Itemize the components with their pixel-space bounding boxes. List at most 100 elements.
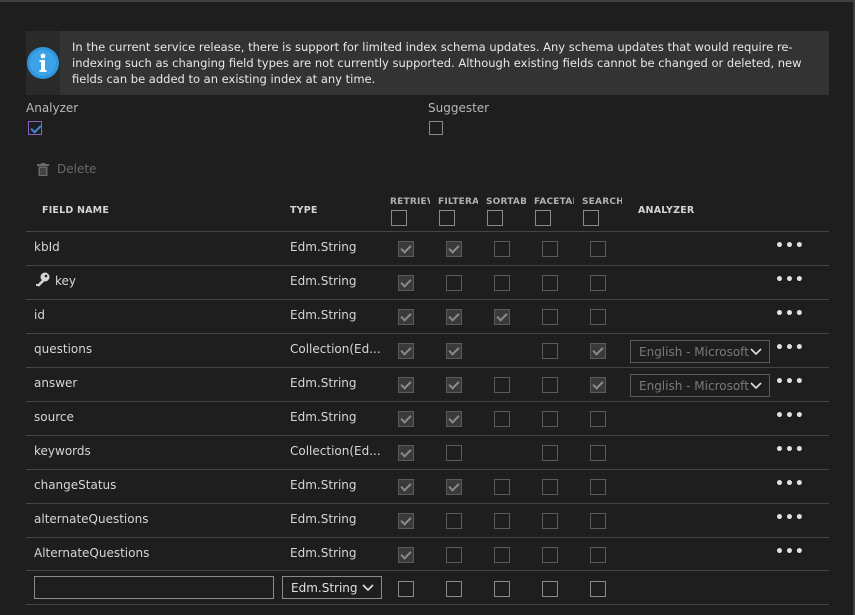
more-options-button[interactable]: •••	[775, 476, 805, 492]
header-checkbox-filterable[interactable]	[439, 210, 455, 226]
checkbox-retrievable[interactable]	[398, 445, 414, 461]
checkbox-filterable[interactable]	[446, 377, 462, 393]
field-type: Collection(Ed...	[290, 342, 381, 356]
checkbox-retrievable[interactable]	[398, 479, 414, 495]
table-row[interactable]	[26, 232, 829, 265]
chevron-down-icon	[750, 381, 762, 389]
col-analyzer: ANALYZER	[638, 205, 695, 216]
table-row[interactable]	[26, 402, 829, 435]
more-options-button[interactable]: •••	[775, 306, 805, 322]
checkbox-sortable[interactable]	[494, 275, 510, 291]
field-name: changeStatus	[34, 478, 117, 492]
checkbox-sortable[interactable]	[494, 513, 510, 529]
table-row[interactable]	[26, 266, 829, 299]
field-type: Edm.String	[290, 410, 357, 424]
checkbox-searchable[interactable]	[590, 275, 606, 291]
checkbox-facetable[interactable]	[542, 377, 558, 393]
analyzer-checkbox[interactable]	[28, 121, 42, 135]
new-field-retrievable-checkbox[interactable]	[398, 581, 414, 597]
field-type: Edm.String	[290, 376, 357, 390]
checkbox-retrievable[interactable]	[398, 547, 414, 563]
more-options-button[interactable]: •••	[775, 408, 805, 424]
checkbox-facetable[interactable]	[542, 547, 558, 563]
checkbox-filterable[interactable]	[446, 411, 462, 427]
checkbox-sortable[interactable]	[494, 241, 510, 257]
col-filterable: FILTERAB	[438, 197, 478, 207]
checkbox-retrievable[interactable]	[398, 309, 414, 325]
checkbox-retrievable[interactable]	[398, 377, 414, 393]
checkbox-filterable[interactable]	[446, 513, 462, 529]
checkbox-retrievable[interactable]	[398, 241, 414, 257]
checkbox-facetable[interactable]	[542, 309, 558, 325]
field-type: Edm.String	[290, 274, 357, 288]
analyzer-select[interactable]: English - Microsoft	[630, 340, 770, 363]
checkbox-facetable[interactable]	[542, 343, 558, 359]
checkbox-facetable[interactable]	[542, 479, 558, 495]
info-message: In the current service release, there is…	[72, 40, 802, 86]
more-options-button[interactable]: •••	[775, 374, 805, 390]
new-field-type-select[interactable]: Edm.String	[282, 576, 382, 599]
checkbox-sortable[interactable]	[494, 309, 510, 325]
checkbox-retrievable[interactable]	[398, 275, 414, 291]
header-checkbox-retrievable[interactable]	[391, 210, 407, 226]
header-checkbox-sortable[interactable]	[487, 210, 503, 226]
table-row[interactable]	[26, 470, 829, 503]
checkbox-searchable[interactable]	[590, 547, 606, 563]
checkbox-retrievable[interactable]	[398, 343, 414, 359]
suggester-checkbox[interactable]	[429, 121, 443, 135]
checkbox-searchable[interactable]	[590, 343, 606, 359]
frame-border-top	[0, 0, 855, 2]
header-checkbox-searchable[interactable]	[583, 210, 599, 226]
checkbox-facetable[interactable]	[542, 411, 558, 427]
checkbox-sortable[interactable]	[494, 547, 510, 563]
checkbox-facetable[interactable]	[542, 513, 558, 529]
checkbox-searchable[interactable]	[590, 479, 606, 495]
info-icon	[27, 47, 59, 79]
checkbox-filterable[interactable]	[446, 241, 462, 257]
checkbox-filterable[interactable]	[446, 479, 462, 495]
checkbox-searchable[interactable]	[590, 241, 606, 257]
col-type: TYPE	[290, 205, 318, 216]
checkbox-facetable[interactable]	[542, 445, 558, 461]
checkbox-retrievable[interactable]	[398, 513, 414, 529]
table-row[interactable]	[26, 436, 829, 469]
checkbox-facetable[interactable]	[542, 275, 558, 291]
analyzer-label: Analyzer	[26, 101, 79, 115]
new-field-name-input[interactable]	[34, 576, 274, 599]
checkbox-filterable[interactable]	[446, 547, 462, 563]
checkbox-filterable[interactable]	[446, 275, 462, 291]
checkbox-searchable[interactable]	[590, 445, 606, 461]
analyzer-select[interactable]: English - Microsoft	[630, 374, 770, 397]
checkbox-filterable[interactable]	[446, 309, 462, 325]
more-options-button[interactable]: •••	[775, 238, 805, 254]
checkbox-facetable[interactable]	[542, 241, 558, 257]
more-options-button[interactable]: •••	[775, 544, 805, 560]
new-field-filterable-checkbox[interactable]	[446, 581, 462, 597]
table-row[interactable]	[26, 300, 829, 333]
more-options-button[interactable]: •••	[775, 340, 805, 356]
checkbox-filterable[interactable]	[446, 445, 462, 461]
new-field-sortable-checkbox[interactable]	[494, 581, 510, 597]
more-options-button[interactable]: •••	[775, 272, 805, 288]
info-banner: In the current service release, there is…	[26, 31, 829, 95]
checkbox-sortable[interactable]	[494, 377, 510, 393]
checkbox-filterable[interactable]	[446, 343, 462, 359]
checkbox-sortable[interactable]	[494, 479, 510, 495]
checkbox-sortable[interactable]	[494, 411, 510, 427]
delete-label: Delete	[57, 162, 97, 176]
checkbox-searchable[interactable]	[590, 411, 606, 427]
row-divider	[26, 604, 829, 605]
chevron-down-icon	[750, 347, 762, 355]
header-checkbox-facetable[interactable]	[535, 210, 551, 226]
checkbox-searchable[interactable]	[590, 513, 606, 529]
checkbox-searchable[interactable]	[590, 309, 606, 325]
new-field-searchable-checkbox[interactable]	[590, 581, 606, 597]
delete-button[interactable]: Delete	[37, 162, 96, 176]
new-field-facetable-checkbox[interactable]	[542, 581, 558, 597]
more-options-button[interactable]: •••	[775, 510, 805, 526]
field-name: keywords	[34, 444, 91, 458]
checkbox-retrievable[interactable]	[398, 411, 414, 427]
checkbox-searchable[interactable]	[590, 377, 606, 393]
more-options-button[interactable]: •••	[775, 442, 805, 458]
col-facetable: FACETAB	[534, 197, 574, 207]
